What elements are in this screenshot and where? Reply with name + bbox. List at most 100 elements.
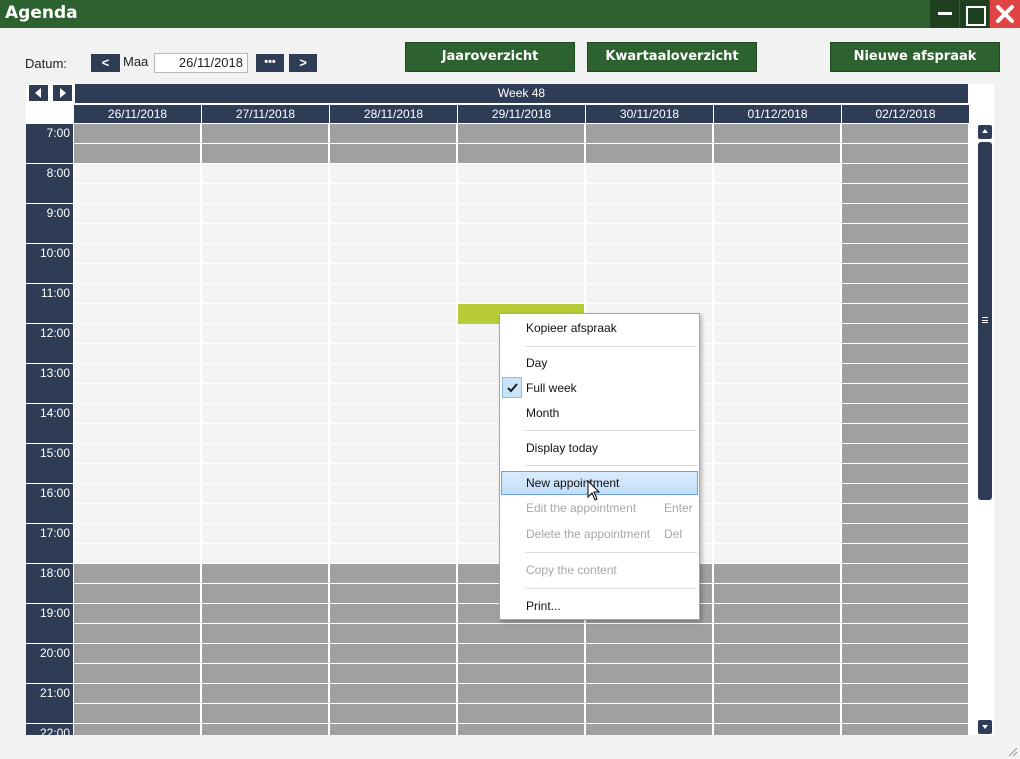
time-slot[interactable] [202,644,328,663]
time-slot[interactable] [714,204,840,223]
nieuwe-afspraak-button[interactable]: Nieuwe afspraak [830,42,1000,72]
time-slot[interactable] [586,244,712,263]
time-slot[interactable] [202,184,328,203]
time-slot[interactable] [202,664,328,683]
time-slot[interactable] [842,444,968,463]
time-slot[interactable] [586,184,712,203]
time-slot[interactable] [586,724,712,735]
time-slot[interactable] [74,384,200,403]
time-slot[interactable] [330,644,456,663]
time-slot[interactable] [714,164,840,183]
time-slot[interactable] [458,704,584,723]
time-slot[interactable] [74,704,200,723]
time-slot[interactable] [842,344,968,363]
kwartaaloverzicht-button[interactable]: Kwartaaloverzicht [587,42,757,72]
time-slot[interactable] [74,724,200,735]
time-slot[interactable] [842,464,968,483]
time-slot[interactable] [202,684,328,703]
time-slot[interactable] [714,564,840,583]
time-slot[interactable] [202,704,328,723]
time-slot[interactable] [202,284,328,303]
time-slot[interactable] [714,284,840,303]
time-slot[interactable] [74,344,200,363]
time-slot[interactable] [714,704,840,723]
time-slot[interactable] [458,124,584,143]
time-slot[interactable] [74,584,200,603]
time-slot[interactable] [586,624,712,643]
time-slot[interactable] [74,324,200,343]
time-slot[interactable] [330,424,456,443]
time-slot[interactable] [714,124,840,143]
day-header[interactable]: 30/11/2018 [586,105,713,123]
jaaroverzicht-button[interactable]: Jaaroverzicht [405,42,575,72]
time-slot[interactable] [842,164,968,183]
time-slot[interactable] [202,324,328,343]
menu-item-full-week[interactable]: Full week [501,376,698,400]
time-slot[interactable] [842,244,968,263]
time-slot[interactable] [202,564,328,583]
time-slot[interactable] [842,384,968,403]
time-slot[interactable] [842,644,968,663]
time-slot[interactable] [842,124,968,143]
time-slot[interactable] [458,244,584,263]
time-slot[interactable] [842,484,968,503]
time-slot[interactable] [458,144,584,163]
time-slot[interactable] [586,644,712,663]
menu-item-delete-appointment[interactable]: Delete the appointment Del [501,522,698,546]
time-slot[interactable] [202,724,328,735]
menu-item-day[interactable]: Day [501,351,698,375]
time-slot[interactable] [74,144,200,163]
time-slot[interactable] [330,684,456,703]
minimize-button[interactable] [930,0,959,28]
day-header[interactable]: 27/11/2018 [202,105,329,123]
time-slot[interactable] [202,404,328,423]
time-slot[interactable] [202,584,328,603]
time-slot[interactable] [842,364,968,383]
time-slot[interactable] [202,264,328,283]
time-slot[interactable] [458,724,584,735]
time-slot[interactable] [202,424,328,443]
time-slot[interactable] [74,504,200,523]
next-day-button[interactable]: > [289,54,317,72]
time-slot[interactable] [202,224,328,243]
time-slot[interactable] [330,564,456,583]
time-slot[interactable] [458,684,584,703]
time-slot[interactable] [458,184,584,203]
time-slot[interactable] [330,404,456,423]
time-slot[interactable] [842,524,968,543]
time-slot[interactable] [842,584,968,603]
time-slot[interactable] [714,224,840,243]
time-slot[interactable] [842,704,968,723]
resize-grip-icon[interactable] [1006,745,1018,757]
time-slot[interactable] [330,384,456,403]
time-slot[interactable] [586,684,712,703]
time-slot[interactable] [74,624,200,643]
menu-item-month[interactable]: Month [501,401,698,425]
time-slot[interactable] [330,284,456,303]
time-slot[interactable] [714,524,840,543]
time-slot[interactable] [586,204,712,223]
time-slot[interactable] [842,204,968,223]
time-slot[interactable] [202,484,328,503]
time-slot[interactable] [330,264,456,283]
scroll-up-button[interactable] [978,125,992,139]
close-button[interactable] [990,0,1020,28]
time-slot[interactable] [74,244,200,263]
time-slot[interactable] [842,504,968,523]
prev-day-button[interactable]: < [91,54,120,72]
time-slot[interactable] [714,544,840,563]
time-slot[interactable] [74,304,200,323]
time-slot[interactable] [842,224,968,243]
time-slot[interactable] [202,504,328,523]
time-slot[interactable] [74,544,200,563]
time-slot[interactable] [330,464,456,483]
time-slot[interactable] [330,624,456,643]
time-slot[interactable] [714,684,840,703]
time-slot[interactable] [330,604,456,623]
time-slot[interactable] [330,584,456,603]
time-slot[interactable] [842,604,968,623]
time-slot[interactable] [842,664,968,683]
time-slot[interactable] [330,364,456,383]
day-header[interactable]: 01/12/2018 [714,105,841,123]
scroll-down-button[interactable] [978,720,992,734]
